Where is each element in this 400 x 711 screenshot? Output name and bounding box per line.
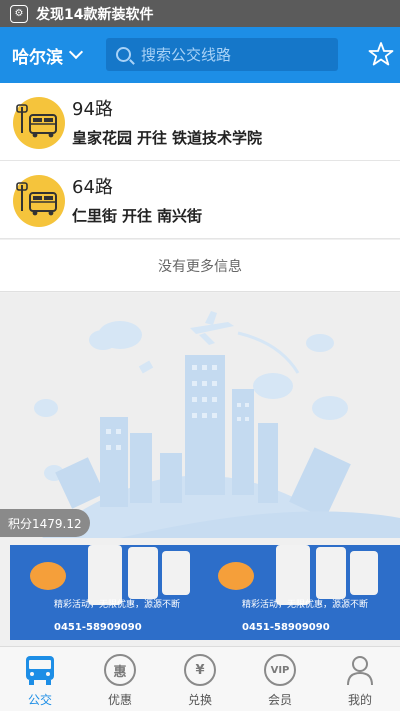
ad-slogan: 精彩活动，无限优惠，源源不断: [242, 600, 369, 610]
tab-exchange[interactable]: ¥ 兑换: [160, 647, 240, 711]
city-label: 哈尔滨: [12, 47, 63, 68]
header: 哈尔滨: [0, 27, 400, 83]
route-item[interactable]: 94路 皇家花园 开往 铁道技术学院: [0, 83, 400, 161]
phone-illustration: [350, 551, 378, 595]
ad-slogan: 精彩活动，无限优惠，源源不断: [54, 600, 181, 610]
route-direction: 皇家花园 开往 铁道技术学院: [72, 129, 263, 147]
route-name: 94路: [72, 99, 113, 120]
tab-mine[interactable]: 我的: [320, 647, 400, 711]
status-notification: 发现14款新装软件: [36, 6, 154, 23]
search-icon: [116, 47, 131, 62]
vip-icon: VIP: [264, 654, 296, 686]
tab-label: 会员: [267, 693, 292, 707]
route-item[interactable]: 64路 仁里街 开往 南兴街: [0, 161, 400, 239]
tab-discount[interactable]: 惠 优惠: [80, 647, 160, 711]
search-box[interactable]: [106, 38, 338, 71]
app-store-icon: ⚙: [10, 4, 28, 23]
tab-label: 兑换: [187, 693, 212, 707]
phone-illustration: [88, 545, 122, 605]
mascot-illustration: [30, 562, 66, 590]
ad-banner[interactable]: 精彩活动，无限优惠，源源不断 0451-58909090: [198, 545, 400, 640]
points-badge[interactable]: 积分1479.12: [0, 509, 90, 537]
tab-label: 公交: [27, 693, 52, 707]
phone-illustration: [162, 551, 190, 595]
city-selector[interactable]: 哈尔滨: [0, 43, 100, 68]
discount-icon: 惠: [104, 654, 136, 686]
ad-banner[interactable]: 精彩活动，无限优惠，源源不断 0451-58909090: [10, 545, 201, 640]
route-direction: 仁里街 开往 南兴街: [72, 207, 203, 225]
phone-illustration: [316, 547, 346, 599]
bottom-tab-bar: 公交 惠 优惠 ¥ 兑换 VIP 会员 我的: [0, 646, 400, 711]
ad-hotline: 0451-58909090: [242, 622, 330, 633]
bus-stop-icon: [13, 97, 65, 149]
tab-label: 优惠: [107, 693, 132, 707]
city-illustration: [0, 293, 400, 538]
no-more-info: 没有更多信息: [0, 240, 400, 292]
tab-label: 我的: [347, 693, 372, 707]
phone-illustration: [128, 547, 158, 599]
yen-icon: ¥: [184, 654, 216, 686]
phone-illustration: [276, 545, 310, 605]
mascot-illustration: [218, 562, 254, 590]
ad-hotline: 0451-58909090: [54, 622, 142, 633]
status-bar: ⚙ 发现14款新装软件: [0, 0, 400, 27]
route-name: 64路: [72, 177, 113, 198]
search-input[interactable]: [141, 45, 321, 64]
tab-member[interactable]: VIP 会员: [240, 647, 320, 711]
tab-bus[interactable]: 公交: [0, 647, 80, 711]
bus-icon: [23, 653, 57, 687]
bus-stop-icon: [13, 175, 65, 227]
chevron-down-icon: [68, 44, 84, 60]
favorite-star-icon[interactable]: [368, 41, 394, 67]
person-icon: [343, 653, 377, 687]
